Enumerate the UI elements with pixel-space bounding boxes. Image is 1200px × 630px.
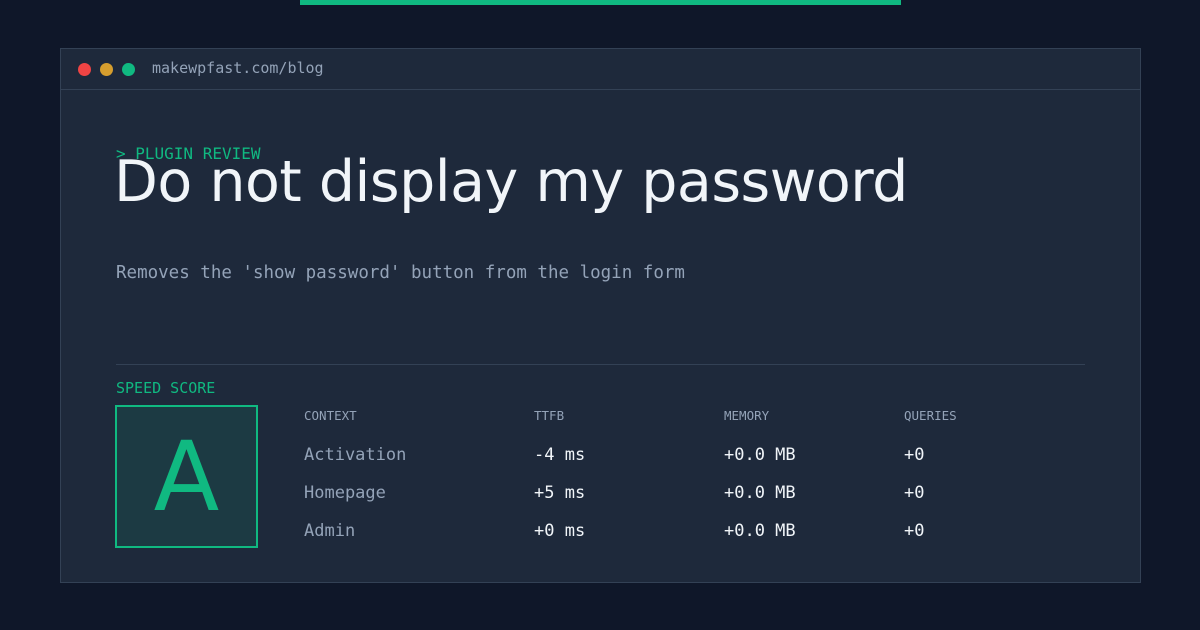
minimize-dot-icon[interactable] bbox=[100, 63, 113, 76]
memory-cell: +0.0 MB bbox=[724, 483, 796, 503]
queries-cell: +0 bbox=[904, 445, 925, 465]
ttfb-cell: +0 ms bbox=[534, 521, 586, 541]
context-cell: Admin bbox=[304, 521, 356, 541]
column-header-memory: MEMORY bbox=[724, 408, 770, 423]
window-url: makewpfast.com/blog bbox=[152, 59, 324, 77]
speed-grade: A bbox=[153, 420, 220, 533]
ttfb-cell: +5 ms bbox=[534, 483, 586, 503]
top-accent-bar bbox=[300, 0, 901, 5]
context-cell: Homepage bbox=[304, 483, 386, 503]
memory-cell: +0.0 MB bbox=[724, 521, 796, 541]
browser-window: makewpfast.com/blog > PLUGIN REVIEW Do n… bbox=[60, 48, 1141, 583]
memory-cell: +0.0 MB bbox=[724, 445, 796, 465]
column-header-ttfb: TTFB bbox=[534, 408, 565, 423]
queries-cell: +0 bbox=[904, 521, 925, 541]
window-titlebar: makewpfast.com/blog bbox=[61, 49, 1140, 90]
maximize-dot-icon[interactable] bbox=[122, 63, 135, 76]
column-header-queries: QUERIES bbox=[904, 408, 957, 423]
ttfb-cell: -4 ms bbox=[534, 445, 586, 465]
queries-cell: +0 bbox=[904, 483, 925, 503]
speed-score-label: SPEED SCORE bbox=[116, 379, 216, 397]
category-kicker: > PLUGIN REVIEW bbox=[116, 144, 261, 163]
column-header-context: CONTEXT bbox=[304, 408, 357, 423]
context-cell: Activation bbox=[304, 445, 407, 465]
page-subtitle: Removes the 'show password' button from … bbox=[116, 263, 685, 283]
speed-grade-badge: A bbox=[115, 405, 258, 548]
close-dot-icon[interactable] bbox=[78, 63, 91, 76]
section-divider bbox=[116, 364, 1085, 365]
